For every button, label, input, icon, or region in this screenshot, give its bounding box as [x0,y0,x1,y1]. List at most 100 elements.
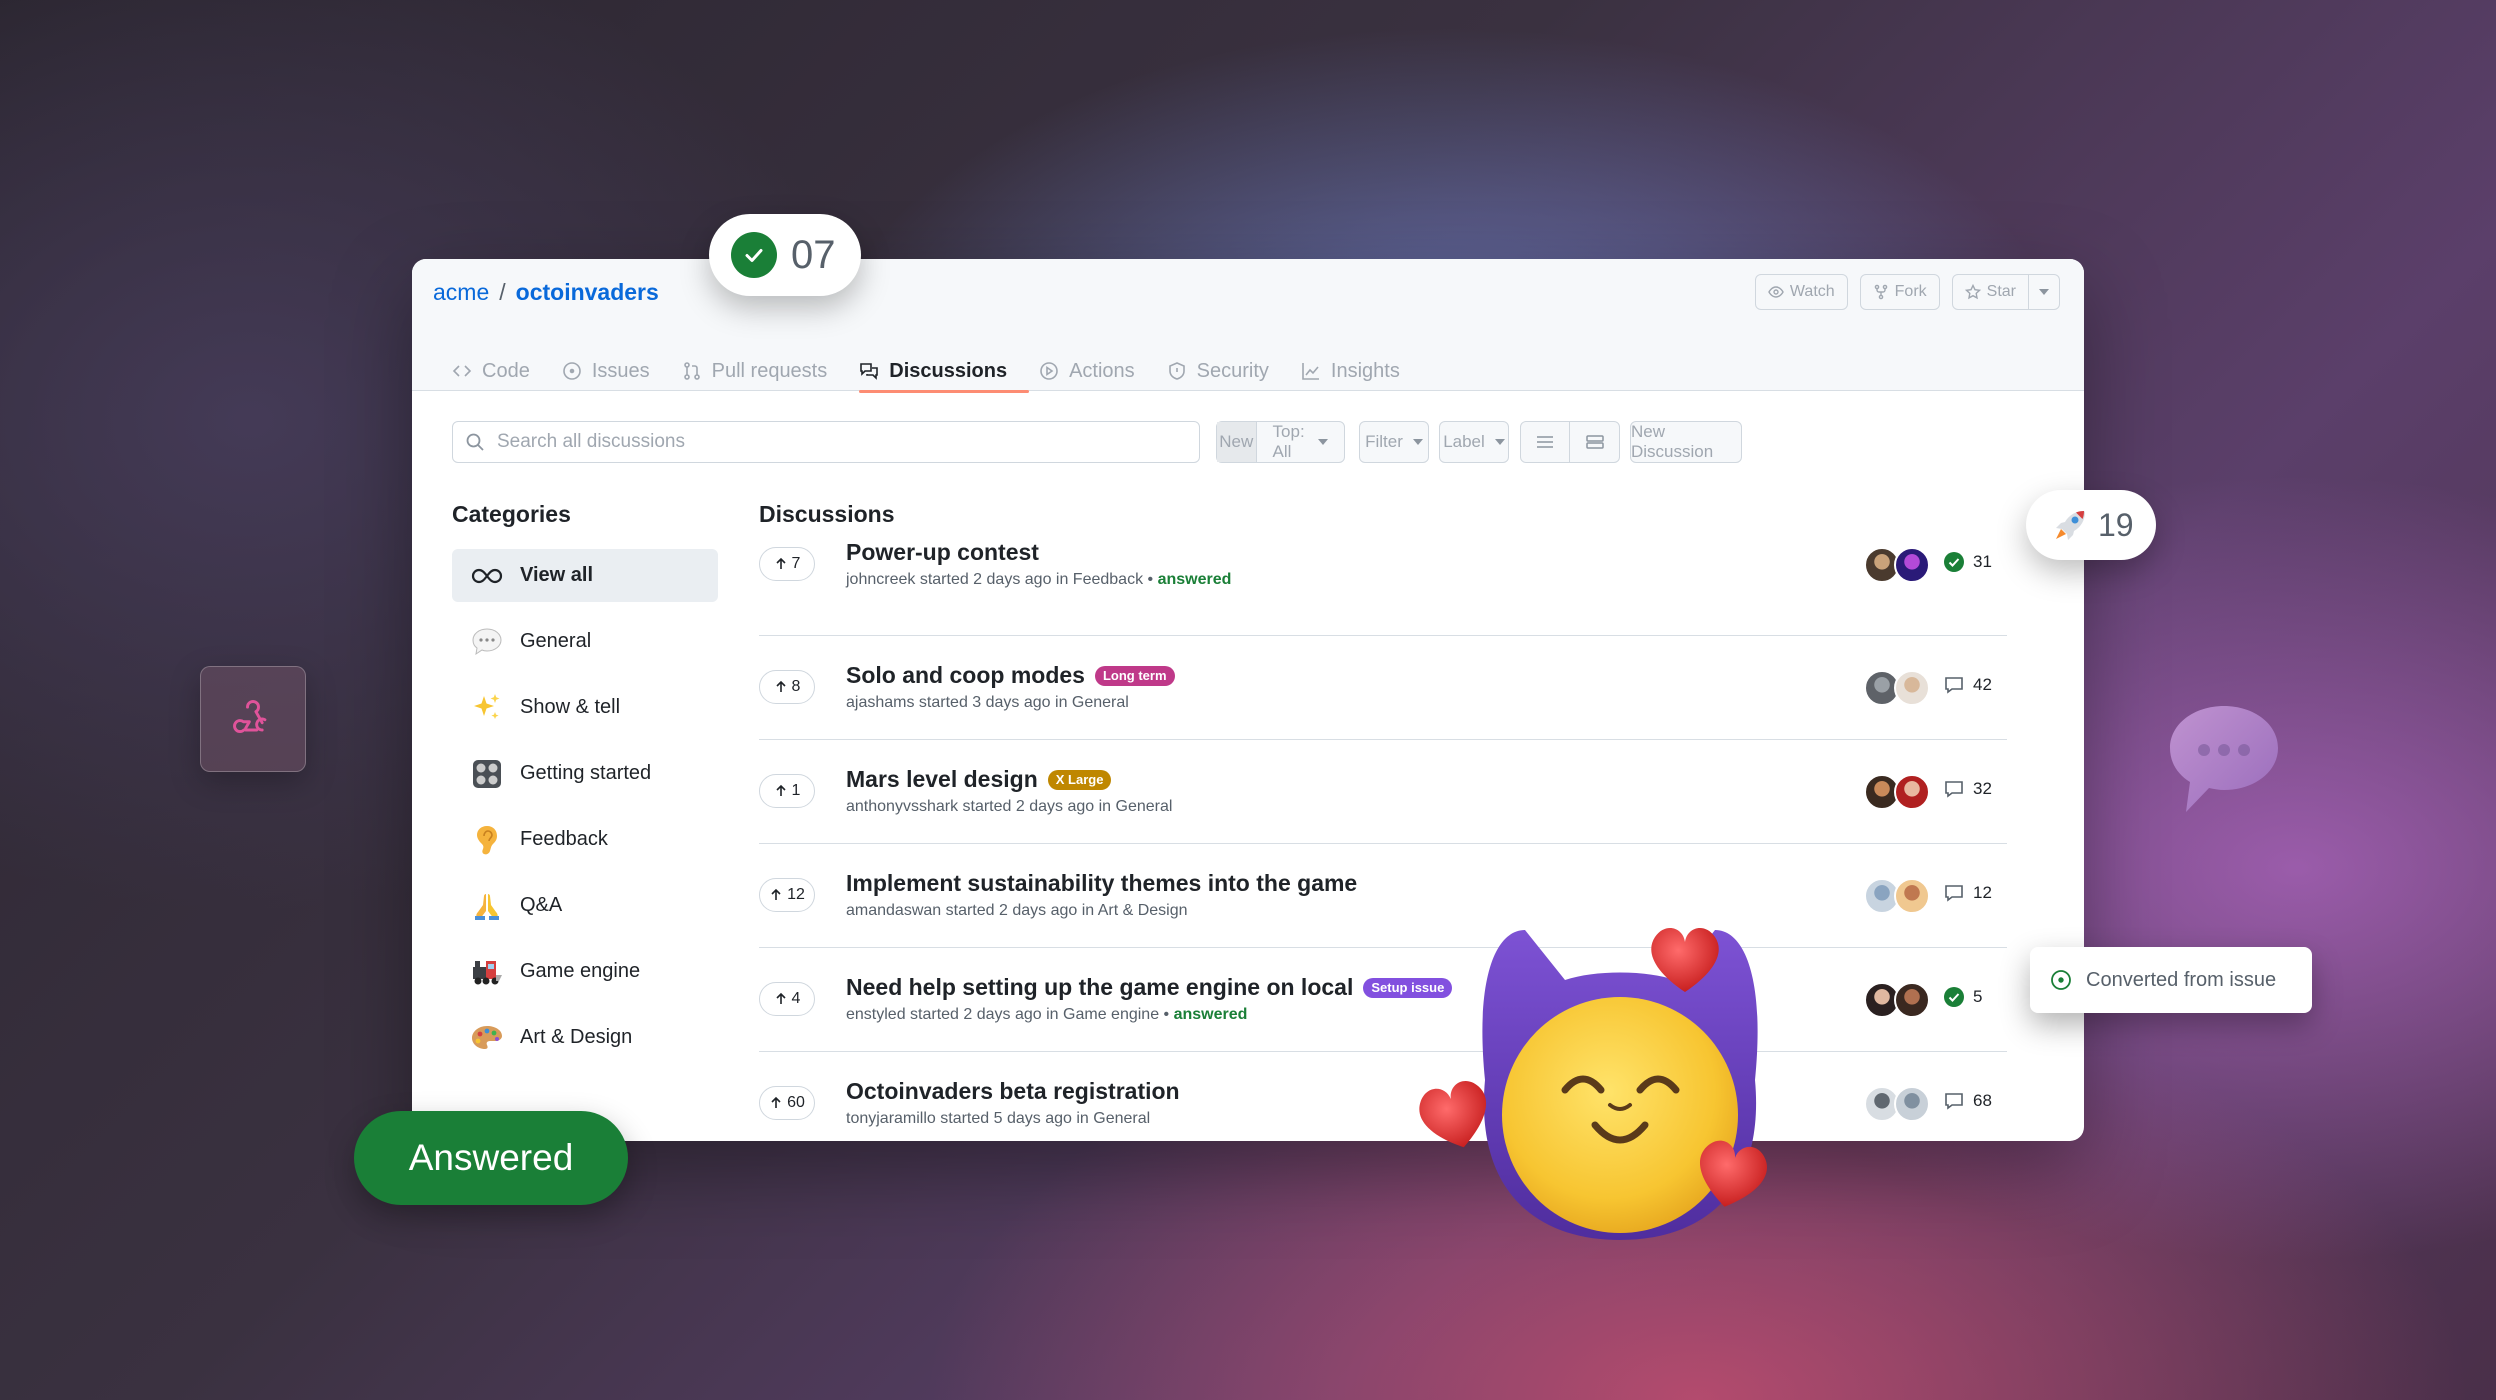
discussion-title-row: Power-up contest [846,539,1039,566]
discussion-title-link[interactable]: Need help setting up the game engine on … [846,974,1353,1001]
category-general[interactable]: General [452,615,718,668]
discussion-row[interactable]: 4 Need help setting up the game engine o… [759,948,2007,1052]
tab-discussions-label: Discussions [889,359,1008,382]
tab-insights[interactable]: Insights [1301,351,1416,391]
category-q-and-a[interactable]: Q&A [452,879,718,932]
avatar[interactable] [1894,670,1930,706]
meta-dot: • [1163,1006,1174,1023]
rocket-count-value: 19 [2098,506,2134,543]
discussions-toolbar: New Top: All Filter Label New Discussion [452,421,2064,465]
comment-count-value: 42 [1973,675,1992,694]
repo-owner-link[interactable]: acme [433,279,489,306]
tab-insights-label: Insights [1330,359,1400,382]
upvote-button[interactable]: 12 [759,878,815,912]
fork-icon [1874,284,1887,300]
arrow-up-icon [775,784,786,796]
play-icon [1040,362,1058,380]
label-dropdown[interactable]: Label [1439,421,1509,463]
speech-bubble-icon [2170,706,2278,812]
avatar[interactable] [1894,1086,1930,1122]
discussion-label[interactable]: Long term [1094,665,1175,686]
star-dropdown-button[interactable] [2029,274,2060,310]
rows-icon [1585,435,1604,449]
discussion-meta: anthonyvsshark started 2 days ago in Gen… [846,798,1172,816]
tab-pull-requests[interactable]: Pull requests [682,351,844,391]
participant-avatars [1864,1086,1930,1122]
category-label: View all [520,564,594,586]
participant-avatars [1864,547,1930,583]
discussion-title-link[interactable]: Implement sustainability themes into the… [846,870,1357,897]
vote-count: 12 [787,886,805,903]
answer-count-value: 31 [1973,552,1992,571]
avatar[interactable] [1894,878,1930,914]
comment-count-value: 32 [1973,779,1992,798]
categories-heading: Categories [452,501,571,527]
answered-pill: Answered [354,1111,628,1205]
upvote-button[interactable]: 8 [759,670,815,704]
discussions-window: acme / octoinvaders Watch Fork Star Code… [412,259,2084,1141]
discussion-title-link[interactable]: Power-up contest [846,539,1039,566]
upvote-button[interactable]: 7 [759,547,815,581]
discussion-title-link[interactable]: Solo and coop modes [846,662,1085,689]
upvote-button[interactable]: 4 [759,982,815,1016]
discussion-label[interactable]: X Large [1047,769,1112,790]
issue-opened-icon [2051,970,2071,990]
discussion-row[interactable]: 7 Power-up contest johncreek started 2 d… [759,533,2007,636]
avatar[interactable] [1894,547,1930,583]
discussion-row[interactable]: 60 Octoinvaders beta registration tonyja… [759,1052,2007,1141]
comment-icon [1945,781,1963,798]
search-box [452,421,1200,463]
repo-name-link[interactable]: octoinvaders [516,279,659,306]
new-discussion-button[interactable]: New Discussion [1630,421,1742,463]
avatar[interactable] [1894,774,1930,810]
discussion-row[interactable]: 12 Implement sustainability themes into … [759,844,2007,948]
list-view-button[interactable] [1521,422,1571,462]
category-art-and-design[interactable]: Art & Design [452,1011,718,1064]
repo-header: acme / octoinvaders Watch Fork Star Code… [412,259,2084,393]
category-label: Feedback [520,828,608,850]
control-knobs-emoji-icon [470,757,504,791]
comment-icon [1945,677,1963,694]
sort-new-button[interactable]: New [1217,422,1257,462]
watch-button[interactable]: Watch [1754,274,1848,310]
chevron-down-icon [2039,289,2049,295]
tab-code-label: Code [482,359,530,382]
tab-actions-label: Actions [1069,359,1135,382]
category-view-all[interactable]: View all [452,549,718,602]
chevron-down-icon [1494,439,1505,445]
discussion-meta-text: enstyled started 2 days ago in Game engi… [846,1006,1160,1023]
category-show-and-tell[interactable]: Show & tell [452,681,718,734]
upvote-button[interactable]: 1 [759,774,815,808]
sort-top-button[interactable]: Top: All [1257,422,1344,462]
tab-actions[interactable]: Actions [1039,351,1151,391]
discussion-title-link[interactable]: Octoinvaders beta registration [846,1078,1180,1105]
answer-count: 31 [1943,551,1992,573]
discussion-title-row: Solo and coop modes Long term [846,662,1175,689]
tab-code[interactable]: Code [452,351,546,391]
discussion-row[interactable]: 8 Solo and coop modes Long term ajashams… [759,636,2007,740]
discussion-meta: ajashams started 3 days ago in General [846,694,1129,712]
fork-button[interactable]: Fork [1859,274,1940,310]
vote-count: 7 [791,555,801,572]
tab-security[interactable]: Security [1167,351,1285,391]
rocket-reaction-badge[interactable]: 19 [2026,490,2156,560]
card-view-button[interactable] [1570,422,1619,462]
category-getting-started[interactable]: Getting started [452,747,718,800]
filter-dropdown[interactable]: Filter [1359,421,1429,463]
tab-discussions[interactable]: Discussions [859,351,1029,393]
breadcrumb-separator: / [499,279,506,305]
tab-issues[interactable]: Issues [562,351,666,391]
discussion-title-link[interactable]: Mars level design [846,766,1038,793]
category-feedback[interactable]: Feedback [452,813,718,866]
meta-dot: • [1147,571,1158,588]
category-game-engine[interactable]: Game engine [452,945,718,998]
sort-segmented-control: New Top: All [1216,421,1345,463]
upvote-button[interactable]: 60 [759,1086,815,1120]
star-button[interactable]: Star [1951,274,2029,310]
comment-count: 12 [1943,882,1992,904]
search-input[interactable] [497,431,1097,453]
discussion-row[interactable]: 1 Mars level design X Large anthonyvssha… [759,740,2007,844]
avatar[interactable] [1894,982,1930,1018]
mascot-cat-with-hearts-icon [1419,927,1767,1240]
arrow-up-icon [775,680,786,692]
